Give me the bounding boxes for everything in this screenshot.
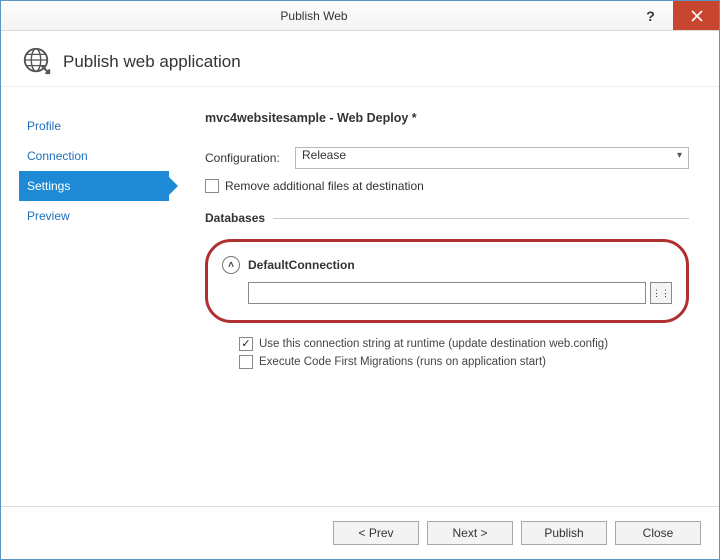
- next-button[interactable]: Next >: [427, 521, 513, 545]
- use-runtime-checkbox[interactable]: [239, 337, 253, 351]
- help-button[interactable]: ?: [627, 1, 673, 30]
- globe-icon: [21, 45, 51, 78]
- code-first-label: Execute Code First Migrations (runs on a…: [259, 356, 546, 368]
- titlebar-buttons: ?: [627, 1, 719, 30]
- sidebar-item-label: Settings: [27, 179, 70, 193]
- collapse-toggle[interactable]: ˄: [222, 256, 240, 274]
- profile-title: mvc4websitesample - Web Deploy *: [205, 111, 689, 125]
- sidebar-item-label: Preview: [27, 209, 70, 223]
- close-button[interactable]: Close: [615, 521, 701, 545]
- configuration-label: Configuration:: [205, 151, 295, 165]
- close-window-button[interactable]: [673, 1, 719, 30]
- sidebar-item-connection[interactable]: Connection: [19, 141, 169, 171]
- connection-name: DefaultConnection: [248, 258, 355, 272]
- use-runtime-label: Use this connection string at runtime (u…: [259, 338, 608, 350]
- sidebar-item-settings[interactable]: Settings: [19, 171, 169, 201]
- dialog-footer: < Prev Next > Publish Close: [1, 506, 719, 559]
- databases-section-title: Databases: [205, 211, 689, 225]
- close-icon: [691, 10, 703, 22]
- sidebar-item-label: Profile: [27, 119, 61, 133]
- default-connection-callout: ˄ DefaultConnection ⋮⋮: [205, 239, 689, 323]
- remove-files-row: Remove additional files at destination: [205, 179, 689, 193]
- window-title: Publish Web: [1, 1, 627, 30]
- title-bar: Publish Web ?: [1, 1, 719, 31]
- use-runtime-row: Use this connection string at runtime (u…: [239, 337, 689, 351]
- connection-string-input[interactable]: [248, 282, 646, 304]
- connection-subchecks: Use this connection string at runtime (u…: [239, 337, 689, 369]
- connection-header: ˄ DefaultConnection: [222, 256, 672, 274]
- settings-panel: mvc4websitesample - Web Deploy * Configu…: [169, 97, 719, 506]
- connection-browse-button[interactable]: ⋮⋮: [650, 282, 672, 304]
- wizard-sidebar: Profile Connection Settings Preview: [19, 97, 169, 506]
- sidebar-item-label: Connection: [27, 149, 88, 163]
- remove-files-label: Remove additional files at destination: [225, 179, 424, 193]
- section-rule: [273, 218, 689, 219]
- publish-web-window: Publish Web ? Publish web application Pr…: [0, 0, 720, 560]
- publish-button[interactable]: Publish: [521, 521, 607, 545]
- code-first-row: Execute Code First Migrations (runs on a…: [239, 355, 689, 369]
- configuration-row: Configuration: Release: [205, 147, 689, 169]
- configuration-value: Release: [302, 148, 346, 162]
- sidebar-item-profile[interactable]: Profile: [19, 111, 169, 141]
- sidebar-item-preview[interactable]: Preview: [19, 201, 169, 231]
- prev-button[interactable]: < Prev: [333, 521, 419, 545]
- dialog-title: Publish web application: [63, 52, 241, 72]
- ellipsis-icon: ⋮⋮: [652, 288, 670, 299]
- dialog-body: Profile Connection Settings Preview mvc4…: [1, 91, 719, 506]
- code-first-checkbox[interactable]: [239, 355, 253, 369]
- dialog-header: Publish web application: [1, 31, 719, 87]
- chevron-up-icon: ˄: [228, 260, 234, 271]
- remove-files-checkbox[interactable]: [205, 179, 219, 193]
- configuration-select[interactable]: Release: [295, 147, 689, 169]
- databases-label: Databases: [205, 211, 265, 225]
- connection-string-row: ⋮⋮: [248, 282, 672, 304]
